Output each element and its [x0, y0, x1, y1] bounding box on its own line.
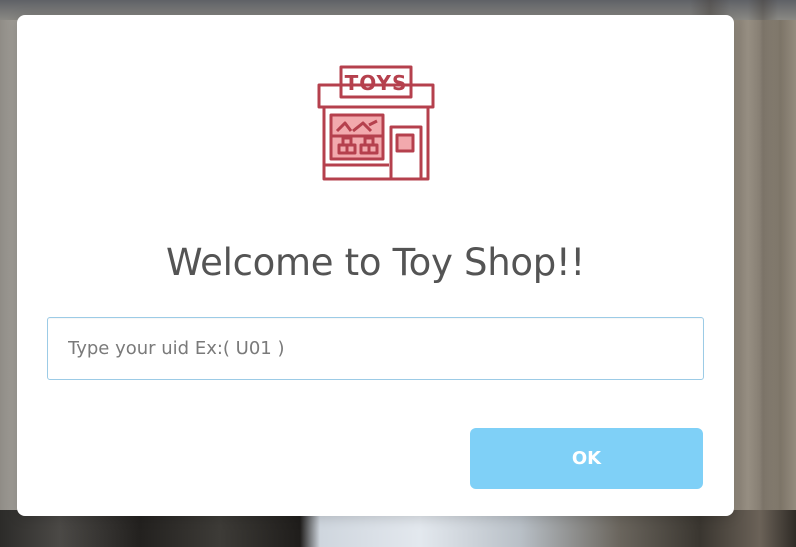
background-curtain-fold [748, 0, 778, 547]
ok-button[interactable]: OK [470, 428, 703, 489]
toy-shop-icon: TOYS [317, 65, 435, 181]
welcome-dialog: TOYS Welcome to Toy Shop!! OK [17, 15, 734, 516]
logo-sign-text: TOYS [345, 71, 408, 95]
dialog-title: Welcome to Toy Shop!! [166, 241, 585, 284]
uid-input[interactable] [47, 317, 704, 380]
